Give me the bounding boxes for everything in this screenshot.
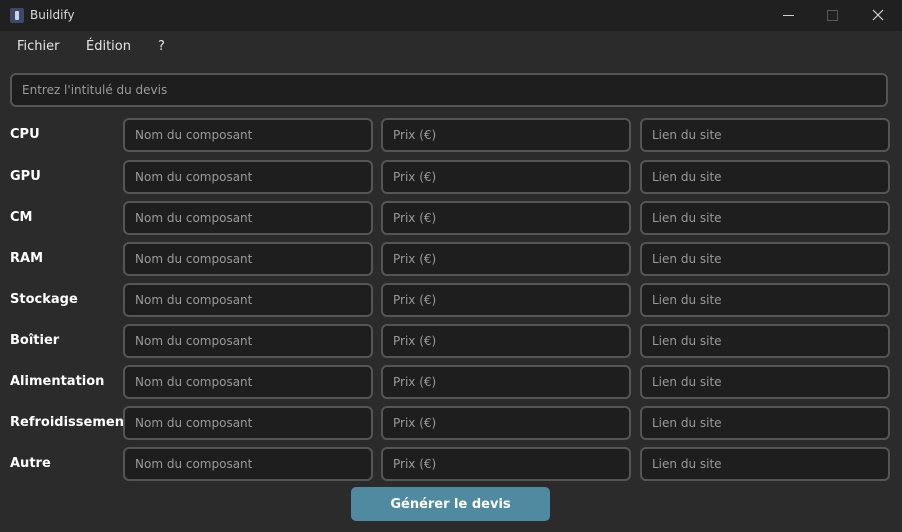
maximize-icon[interactable] [810,0,856,31]
menu-bar: Fichier Édition ? [0,31,902,62]
quote-title-input[interactable] [10,73,888,107]
app-icon [10,8,24,23]
component-price-input[interactable] [381,201,631,235]
component-label: GPU [10,169,41,184]
component-name-input[interactable] [123,365,373,399]
component-row-alimentation: Alimentation [0,365,902,399]
component-link-input[interactable] [640,160,890,194]
component-price-input[interactable] [381,160,631,194]
component-price-input[interactable] [381,406,631,440]
component-price-input[interactable] [381,283,631,317]
close-icon[interactable] [855,0,901,31]
generate-quote-button[interactable]: Générer le devis [351,487,550,521]
component-name-input[interactable] [123,447,373,481]
component-name-input[interactable] [123,406,373,440]
component-name-input[interactable] [123,160,373,194]
menu-fichier[interactable]: Fichier [17,39,60,55]
component-link-input[interactable] [640,447,890,481]
component-row-refroidissement: Refroidissement [0,406,902,440]
component-link-input[interactable] [640,324,890,358]
component-price-input[interactable] [381,118,631,152]
component-label: Boîtier [10,333,60,348]
component-link-input[interactable] [640,201,890,235]
component-price-input[interactable] [381,324,631,358]
component-link-input[interactable] [640,283,890,317]
component-name-input[interactable] [123,201,373,235]
menu-edition[interactable]: Édition [86,39,131,55]
component-price-input[interactable] [381,242,631,276]
component-link-input[interactable] [640,118,890,152]
component-name-input[interactable] [123,242,373,276]
component-row-autre: Autre [0,447,902,481]
component-link-input[interactable] [640,406,890,440]
component-row-ram: RAM [0,242,902,276]
minimize-icon[interactable] [765,0,811,31]
component-name-input[interactable] [123,283,373,317]
component-row-stockage: Stockage [0,283,902,317]
component-row-gpu: GPU [0,160,902,194]
title-bar: Buildify [0,0,902,31]
component-label: Alimentation [10,374,105,389]
component-label: Refroidissement [10,415,131,430]
component-name-input[interactable] [123,324,373,358]
component-link-input[interactable] [640,365,890,399]
component-label: RAM [10,251,44,266]
component-price-input[interactable] [381,365,631,399]
component-row-boitier: Boîtier [0,324,902,358]
component-row-cm: CM [0,201,902,235]
component-label: CM [10,210,33,225]
component-row-cpu: CPU [0,118,902,152]
window-title: Buildify [30,8,75,22]
component-name-input[interactable] [123,118,373,152]
menu-help[interactable]: ? [158,39,165,55]
component-label: Stockage [10,292,78,307]
component-label: CPU [10,127,40,142]
component-link-input[interactable] [640,242,890,276]
component-label: Autre [10,456,51,471]
component-price-input[interactable] [381,447,631,481]
